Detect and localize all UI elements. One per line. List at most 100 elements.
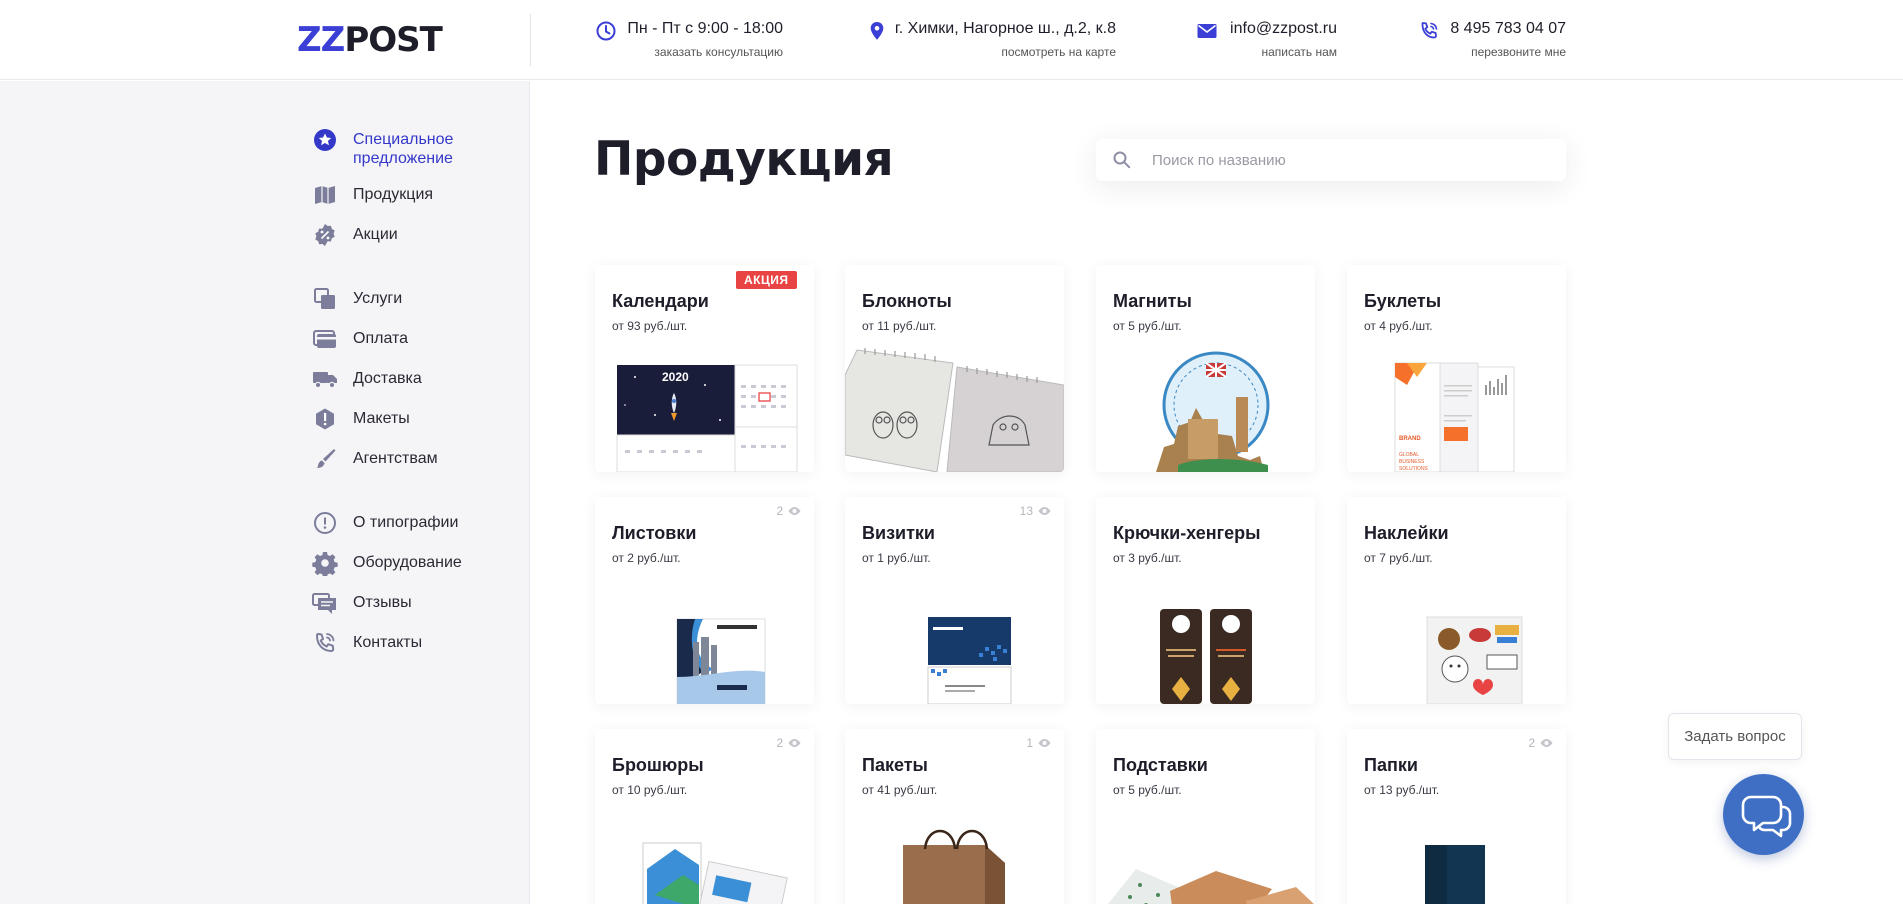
gear-icon — [312, 552, 338, 576]
product-card-door-hangers[interactable]: Крючки-хенгеры от 3 руб./шт. — [1096, 497, 1315, 704]
sidebar-item-label: Доставка — [353, 370, 422, 387]
sidebar-item-label: О типографии — [353, 514, 459, 531]
view-count: 13 — [1020, 504, 1052, 518]
sidebar-item-services[interactable]: Услуги — [312, 286, 402, 312]
mail-icon — [1197, 24, 1217, 38]
product-title: Пакеты — [862, 755, 928, 775]
sidebar-item-payment[interactable]: Оплата — [312, 326, 408, 352]
coaster-image — [1108, 869, 1314, 904]
sidebar-item-contacts[interactable]: Контакты — [312, 630, 422, 656]
svg-text:2020: 2020 — [662, 370, 689, 384]
product-card-flyers[interactable]: 2 Листовки от 2 руб./шт. — [595, 497, 814, 704]
sidebar-item-label: Контакты — [353, 634, 423, 651]
view-count-value: 13 — [1019, 504, 1033, 518]
product-card-business-cards[interactable]: 13 Визитки от 1 руб./шт. — [845, 497, 1064, 704]
product-card-folders[interactable]: 2 Папки от 13 руб./шт. — [1347, 729, 1566, 904]
search-input[interactable] — [1152, 139, 1552, 181]
product-title: Наклейки — [1364, 523, 1449, 543]
search-icon — [1113, 151, 1131, 169]
sidebar-item-label: Оборудование — [353, 554, 462, 571]
map-pin-icon — [870, 22, 884, 40]
logo[interactable]: ZZPOST — [297, 20, 443, 60]
truck-icon — [313, 372, 337, 389]
sidebar-item-special-offer[interactable]: Специальное предложение — [312, 127, 473, 168]
write-us-link[interactable]: написать нам — [1261, 45, 1337, 59]
sidebar-item-label: Услуги — [353, 290, 403, 307]
map-link[interactable]: посмотреть на карте — [1001, 45, 1116, 59]
view-count: 2 — [776, 736, 802, 750]
product-card-bags[interactable]: 1 Пакеты от 41 руб./шт. — [845, 729, 1064, 904]
chat-button[interactable] — [1723, 774, 1804, 855]
sidebar: Специальное предложение Продукция Акции … — [0, 81, 530, 904]
sidebar-item-equipment[interactable]: Оборудование — [312, 550, 462, 576]
consultation-link[interactable]: заказать консультацию — [654, 45, 783, 59]
contact-hours[interactable]: Пн - Пт с 9:00 - 18:00 заказать консульт… — [595, 18, 783, 62]
svg-text:GLOBAL: GLOBAL — [1399, 452, 1419, 458]
logo-part-zz: ZZ — [297, 20, 345, 60]
folder-image — [1425, 845, 1485, 904]
eye-icon — [1038, 739, 1051, 747]
contact-address[interactable]: г. Химки, Нагорное ш., д.2, к.8 посмотре… — [866, 18, 1116, 62]
header-divider — [530, 14, 531, 66]
contact-email[interactable]: info@zzpost.ru написать нам — [1196, 18, 1337, 62]
view-count-value: 2 — [776, 504, 783, 518]
product-price: от 2 руб./шт. — [612, 551, 681, 565]
sidebar-item-products[interactable]: Продукция — [312, 182, 433, 208]
sidebar-item-promotions[interactable]: Акции — [312, 222, 398, 248]
product-price: от 7 руб./шт. — [1364, 551, 1433, 565]
product-price: от 1 руб./шт. — [862, 551, 931, 565]
contact-phone[interactable]: 8 495 783 04 07 перезвоните мне — [1418, 18, 1566, 62]
info-circle-icon — [314, 512, 336, 534]
product-card-magnets[interactable]: Магниты от 5 руб./шт. — [1096, 265, 1315, 472]
product-price: от 10 руб./шт. — [612, 783, 688, 797]
product-price: от 13 руб./шт. — [1364, 783, 1440, 797]
svg-text:SOLUTIONS: SOLUTIONS — [1399, 466, 1429, 472]
eye-icon — [1540, 739, 1553, 747]
logo-part-post: POST — [344, 20, 443, 60]
promo-badge: АКЦИЯ — [736, 271, 797, 289]
product-card-calendars[interactable]: АКЦИЯ Календари от 93 руб./шт. 2020 — [595, 265, 814, 472]
sidebar-item-label: Оплата — [353, 330, 409, 347]
brochure-image — [642, 842, 788, 904]
search-box[interactable] — [1096, 139, 1566, 181]
product-card-coasters[interactable]: Подставки от 5 руб./шт. — [1096, 729, 1315, 904]
top-bar: ZZPOST Пн - Пт с 9:00 - 18:00 заказать к… — [0, 0, 1903, 80]
sidebar-item-agencies[interactable]: Агентствам — [312, 446, 438, 472]
view-count: 2 — [776, 504, 802, 518]
flyer-image — [676, 618, 766, 704]
product-card-brochures[interactable]: 2 Брошюры от 10 руб./шт. — [595, 729, 814, 904]
sidebar-item-about[interactable]: О типографии — [312, 510, 458, 536]
email-text: info@zzpost.ru — [1230, 20, 1337, 37]
sidebar-item-layouts[interactable]: Макеты — [312, 406, 410, 432]
eye-icon — [1038, 507, 1051, 515]
product-price: от 41 руб./шт. — [862, 783, 938, 797]
paper-bag-image — [903, 829, 1005, 904]
view-count-value: 1 — [1026, 736, 1033, 750]
product-title: Брошюры — [612, 755, 704, 775]
business-card-image — [927, 617, 1012, 704]
view-count: 2 — [1528, 736, 1554, 750]
product-card-stickers[interactable]: Наклейки от 7 руб./шт. — [1347, 497, 1566, 704]
phone-text: 8 495 783 04 07 — [1450, 20, 1566, 37]
product-title: Буклеты — [1364, 291, 1442, 311]
sidebar-item-delivery[interactable]: Доставка — [312, 366, 422, 392]
card-icon — [313, 330, 336, 348]
product-title: Магниты — [1113, 291, 1192, 311]
page-title: Продукция — [594, 132, 894, 187]
ask-question-tooltip[interactable]: Задать вопрос — [1668, 713, 1802, 760]
product-card-notebooks[interactable]: Блокноты от 11 руб./шт. — [845, 265, 1064, 472]
product-title: Календари — [612, 291, 709, 311]
chat-bubbles-icon — [1741, 795, 1792, 838]
phone-icon — [1421, 22, 1438, 39]
eye-icon — [788, 739, 801, 747]
clock-icon — [596, 21, 616, 41]
product-title: Визитки — [862, 523, 935, 543]
sidebar-item-reviews[interactable]: Отзывы — [312, 590, 412, 616]
eye-icon — [788, 507, 801, 515]
callback-link[interactable]: перезвоните мне — [1471, 45, 1566, 59]
phone-icon — [316, 633, 335, 652]
sticker-image — [1426, 616, 1523, 704]
product-price: от 3 руб./шт. — [1113, 551, 1182, 565]
alert-icon — [316, 408, 334, 430]
product-card-booklets[interactable]: Буклеты от 4 руб./шт. BRAND GLOBAL BUSIN… — [1347, 265, 1566, 472]
